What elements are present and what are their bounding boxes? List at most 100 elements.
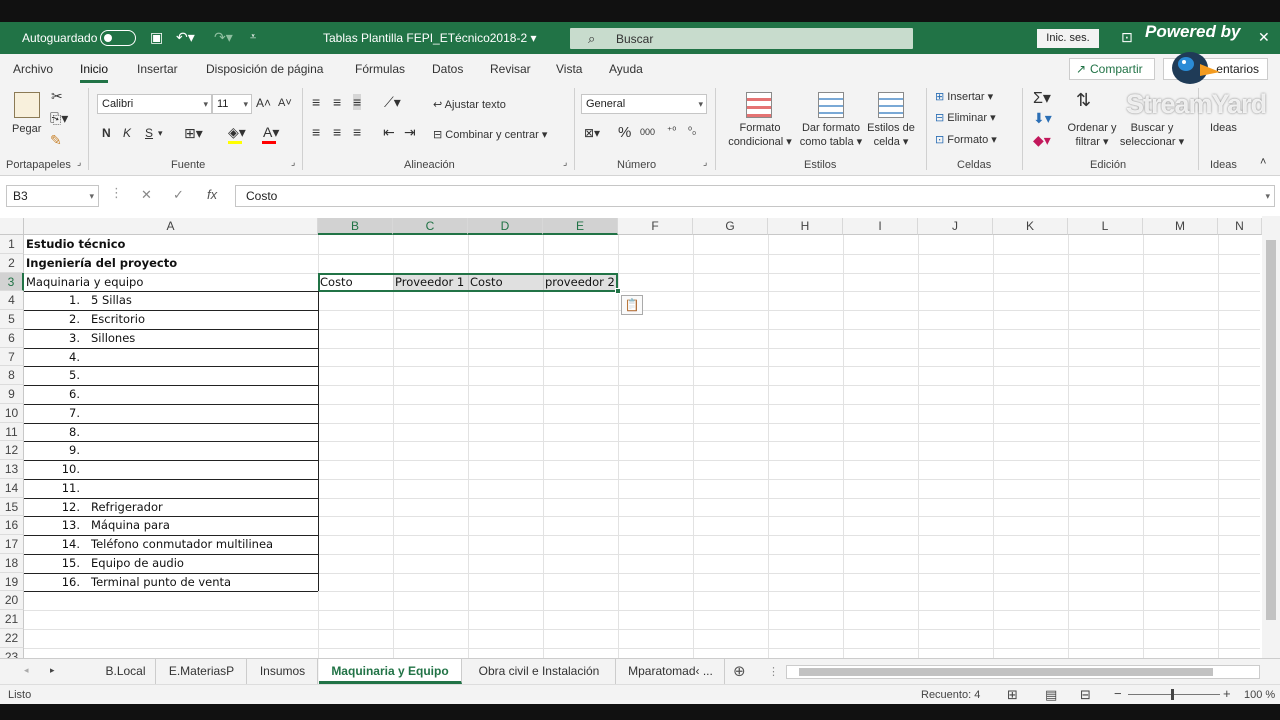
row-header-7[interactable]: 7 (0, 347, 24, 367)
list-item-number[interactable]: 11. (56, 479, 80, 498)
column-header-e[interactable]: E (543, 218, 618, 235)
column-header-k[interactable]: K (993, 218, 1068, 235)
column-header-h[interactable]: H (768, 218, 843, 235)
horizontal-scrollbar[interactable] (786, 665, 1260, 679)
row-header-22[interactable]: 22 (0, 628, 24, 648)
align-middle-icon[interactable]: ≡ (333, 94, 341, 110)
page-break-view-icon[interactable]: ⊟ (1080, 687, 1091, 703)
formula-input[interactable]: Costo ▾ (235, 185, 1275, 207)
tab-inicio[interactable]: Inicio (80, 62, 109, 83)
column-header-a[interactable]: A (24, 218, 318, 235)
dialog-launcher-icon[interactable]: ⌟ (291, 157, 295, 168)
sheet-tab-blocal[interactable]: B.Local (96, 659, 156, 684)
cell-b3[interactable]: Costo (320, 273, 353, 292)
cell-d3[interactable]: Costo (470, 273, 503, 292)
zoom-slider-knob[interactable] (1171, 689, 1174, 700)
list-item-text[interactable]: Sillones (91, 329, 135, 348)
merge-center-button[interactable]: ⊟ Combinar y centrar ▾ (433, 128, 547, 142)
row-header-20[interactable]: 20 (0, 591, 24, 610)
sheet-tab-insumos[interactable]: Insumos (248, 659, 318, 684)
list-item-number[interactable]: 9. (56, 441, 80, 460)
align-top-icon[interactable]: ≡ (312, 94, 320, 110)
select-all-corner[interactable] (0, 218, 24, 235)
autosum-icon[interactable]: Σ▾ (1033, 88, 1051, 108)
zoom-out-icon[interactable]: − (1114, 686, 1122, 701)
align-right-icon[interactable]: ≡ (353, 124, 361, 140)
list-item-number[interactable]: 4. (56, 348, 80, 367)
tab-vista[interactable]: Vista (556, 62, 582, 76)
document-title[interactable]: Tablas Plantilla FEPI_ETécnico2018-2 ▾ (323, 31, 536, 45)
list-item-number[interactable]: 8. (56, 423, 80, 442)
list-item-text[interactable]: Equipo de audio (91, 554, 184, 573)
list-item-number[interactable]: 7. (56, 404, 80, 423)
fill-color-icon[interactable]: ◈▾ (228, 124, 246, 141)
row-header-10[interactable]: 10 (0, 403, 24, 423)
add-sheet-icon[interactable]: ⊕ (733, 662, 746, 680)
row-header-21[interactable]: 21 (0, 610, 24, 629)
column-header-n[interactable]: N (1218, 218, 1262, 235)
fill-handle[interactable] (615, 288, 621, 295)
paste-icon[interactable] (14, 92, 40, 118)
format-as-table-icon[interactable] (818, 92, 844, 118)
cell-styles-icon[interactable] (878, 92, 904, 118)
list-item-text[interactable]: Máquina para (91, 516, 170, 535)
list-item-number[interactable]: 2. (56, 310, 80, 329)
decrease-indent-icon[interactable]: ⇤ (383, 124, 395, 141)
row-header-23[interactable]: 23 (0, 647, 24, 658)
delete-cells-button[interactable]: ⊟ Eliminar ▾ (935, 111, 996, 125)
list-item-number[interactable]: 16. (56, 573, 80, 592)
tab-disposicion[interactable]: Disposición de página (206, 62, 323, 76)
column-header-c[interactable]: C (393, 218, 468, 235)
column-header-f[interactable]: F (618, 218, 693, 235)
vertical-scroll-thumb[interactable] (1266, 240, 1276, 620)
column-header-i[interactable]: I (843, 218, 918, 235)
next-sheet-icon[interactable]: ▸ (50, 665, 55, 676)
list-item-text[interactable]: Refrigerador (91, 498, 163, 517)
dialog-launcher-icon[interactable]: ⌟ (77, 157, 81, 168)
cell-a1[interactable]: Estudio técnico (26, 235, 125, 254)
list-item-number[interactable]: 1. (56, 291, 80, 310)
confirm-entry-icon[interactable]: ✓ (173, 187, 184, 203)
row-header-1[interactable]: 1 (0, 235, 24, 254)
list-item-number[interactable]: 12. (56, 498, 80, 517)
list-item-number[interactable]: 10. (56, 460, 80, 479)
list-item-number[interactable]: 13. (56, 516, 80, 535)
close-icon[interactable]: ✕ (1258, 29, 1270, 46)
cell-styles-button[interactable]: Estilos de celda ▾ (864, 121, 918, 149)
list-item-text[interactable]: Terminal punto de venta (91, 573, 231, 592)
font-name-combo[interactable]: Calibri ▾ (97, 94, 212, 114)
normal-view-icon[interactable]: ⊞ (1007, 687, 1018, 703)
align-bottom-icon[interactable]: ≡ (353, 94, 362, 110)
redo-icon[interactable]: ↷▾ (214, 29, 233, 46)
list-item-number[interactable]: 6. (56, 385, 80, 404)
column-header-b[interactable]: B (318, 218, 393, 235)
align-center-icon[interactable]: ≡ (333, 124, 341, 140)
cell-e3[interactable]: proveedor 2 (545, 273, 615, 292)
tab-revisar[interactable]: Revisar (490, 62, 531, 76)
dialog-launcher-icon[interactable]: ⌟ (703, 157, 707, 168)
row-header-15[interactable]: 15 (0, 497, 24, 517)
insert-cells-button[interactable]: ⊞ Insertar ▾ (935, 90, 993, 104)
row-header-2[interactable]: 2 (0, 253, 24, 273)
conditional-format-icon[interactable] (746, 92, 772, 118)
sheet-tab-ematerias[interactable]: E.MateriasP (157, 659, 247, 684)
sheet-tab-obra-civil[interactable]: Obra civil e Instalación (463, 659, 616, 684)
increase-indent-icon[interactable]: ⇥ (404, 124, 416, 141)
clear-icon[interactable]: ◆▾ (1033, 132, 1051, 149)
tab-split-handle[interactable]: ⋮ (768, 665, 779, 678)
column-header-g[interactable]: G (693, 218, 768, 235)
orientation-icon[interactable]: ⟋▾ (384, 94, 401, 111)
copy-icon[interactable]: ⎘▾ (50, 110, 68, 127)
list-item-text[interactable]: 5 Sillas (91, 291, 132, 310)
row-header-18[interactable]: 18 (0, 553, 24, 573)
paste-label[interactable]: Pegar (12, 122, 41, 136)
sign-in-button[interactable]: Inic. ses. (1037, 29, 1099, 48)
spreadsheet-grid[interactable]: A B C D E F G H I J K L M N 1 2 3 4 5 6 7 8 9 10 11 12 13 14 15 16 17 1… (0, 216, 1280, 658)
format-cells-button[interactable]: ⊡ Formato ▾ (935, 133, 997, 147)
collapse-ribbon-icon[interactable]: ˄ (1260, 156, 1266, 168)
number-format-combo[interactable]: General ▾ (581, 94, 707, 114)
align-left-icon[interactable]: ≡ (312, 124, 320, 140)
horizontal-scroll-thumb[interactable] (799, 668, 1213, 676)
currency-icon[interactable]: ⊠▾ (584, 126, 600, 140)
save-icon[interactable]: ▣ (150, 29, 163, 46)
